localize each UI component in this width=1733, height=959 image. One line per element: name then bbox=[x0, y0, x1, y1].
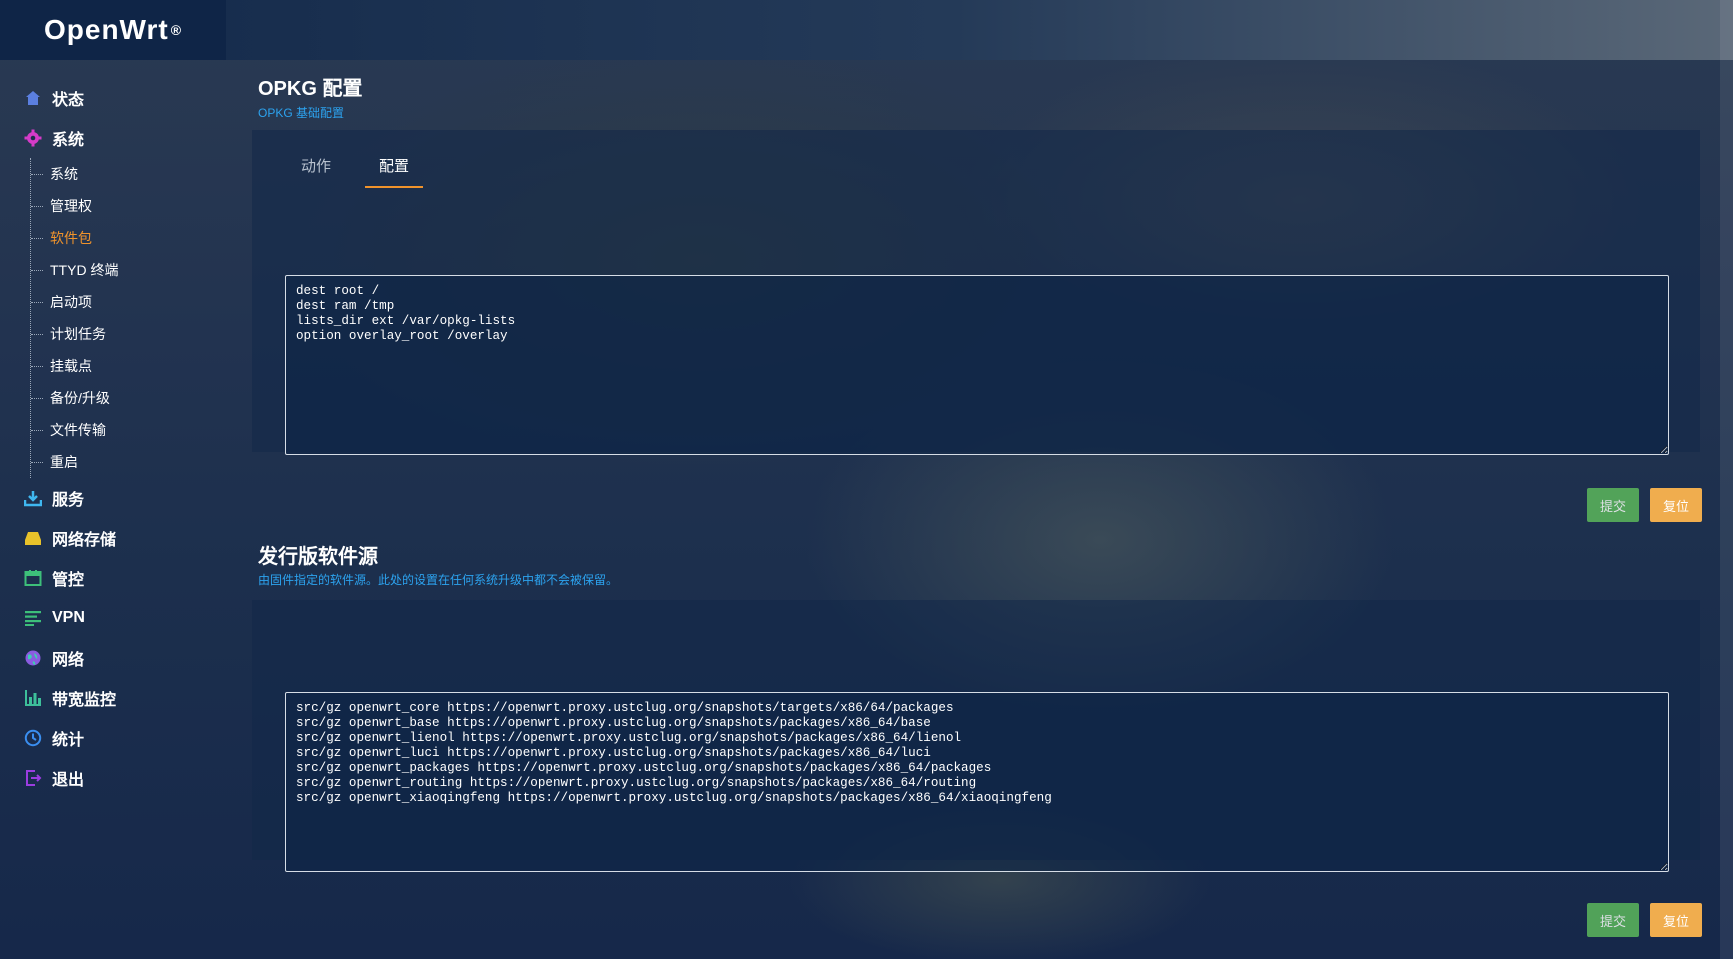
opkg-panel: 动作 配置 dest root / dest ram /tmp lists_di… bbox=[252, 130, 1700, 455]
nav-item-label: 带宽监控 bbox=[52, 692, 117, 709]
nav-item[interactable]: 退出 bbox=[0, 758, 240, 798]
nav-system[interactable]: 系统 bbox=[0, 118, 240, 158]
drive-icon bbox=[24, 529, 42, 547]
nav-item-label: 统计 bbox=[52, 732, 85, 749]
opkg-submit-button[interactable]: 提交 bbox=[1587, 488, 1639, 522]
feeds-textarea[interactable]: src/gz openwrt_core https://openwrt.prox… bbox=[285, 692, 1669, 872]
lines-icon bbox=[24, 609, 42, 627]
submenu-item[interactable]: 文件传输 bbox=[31, 414, 240, 446]
nav-item-label: VPN bbox=[52, 609, 85, 626]
globe-icon bbox=[24, 649, 42, 667]
nav-item-label: 网络 bbox=[52, 652, 85, 669]
nav-item[interactable]: 带宽监控 bbox=[0, 678, 240, 718]
nav-status[interactable]: 状态 bbox=[0, 78, 240, 118]
nav-item[interactable]: 网络 bbox=[0, 638, 240, 678]
nav-item[interactable]: 管控 bbox=[0, 558, 240, 598]
nav-item[interactable]: VPN bbox=[0, 598, 240, 638]
calendar-icon bbox=[24, 569, 42, 587]
sidebar: 状态 系统 系统 管理权 软件包 TTYD 终端 启动项 计划任务 挂载点 备份/升级 文件传输… bbox=[0, 60, 240, 798]
submenu-item[interactable]: 系统 bbox=[31, 158, 240, 190]
top-header: OpenWrt ® bbox=[0, 0, 1733, 60]
nav-system-label: 系统 bbox=[52, 132, 85, 149]
opkg-reset-button[interactable]: 复位 bbox=[1650, 488, 1702, 522]
feeds-title: 发行版软件源 bbox=[258, 546, 378, 568]
submenu-item[interactable]: TTYD 终端 bbox=[31, 254, 240, 286]
logout-icon bbox=[24, 769, 42, 787]
page-scrollbar[interactable] bbox=[1720, 0, 1733, 959]
tab-config[interactable]: 配置 bbox=[365, 148, 424, 188]
home-icon bbox=[24, 89, 42, 107]
nav-item-label: 管控 bbox=[52, 572, 85, 589]
submenu-item[interactable]: 管理权 bbox=[31, 190, 240, 222]
submenu-item[interactable]: 重启 bbox=[31, 446, 240, 478]
brand-name: OpenWrt bbox=[43, 14, 169, 45]
gear-icon bbox=[24, 129, 42, 147]
feeds-reset-button[interactable]: 复位 bbox=[1650, 903, 1702, 937]
opkg-desc: OPKG 基础配置 bbox=[258, 106, 345, 120]
system-submenu: 系统 管理权 软件包 TTYD 终端 启动项 计划任务 挂载点 备份/升级 文件传输 重启 bbox=[30, 158, 240, 478]
opkg-title: OPKG 配置 bbox=[258, 78, 363, 100]
download-tray-icon bbox=[24, 489, 42, 507]
nav-item-label: 网络存储 bbox=[52, 532, 117, 549]
opkg-config-textarea[interactable]: dest root / dest ram /tmp lists_dir ext … bbox=[285, 275, 1669, 455]
nav-item-label: 服务 bbox=[52, 492, 85, 509]
feeds-submit-button[interactable]: 提交 bbox=[1587, 903, 1639, 937]
submenu-item[interactable]: 启动项 bbox=[31, 286, 240, 318]
brand-logo[interactable]: OpenWrt ® bbox=[0, 0, 226, 60]
brand-mark: ® bbox=[170, 22, 183, 38]
nav-item[interactable]: 网络存储 bbox=[0, 518, 240, 558]
tab-actions[interactable]: 动作 bbox=[287, 148, 345, 188]
clock-icon bbox=[24, 729, 42, 747]
feeds-desc: 由固件指定的软件源。此处的设置在任何系统升级中都不会被保留。 bbox=[258, 573, 619, 587]
nav-status-label: 状态 bbox=[52, 92, 85, 109]
feeds-panel: src/gz openwrt_core https://openwrt.prox… bbox=[252, 600, 1700, 872]
submenu-item[interactable]: 计划任务 bbox=[31, 318, 240, 350]
nav-item[interactable]: 统计 bbox=[0, 718, 240, 758]
submenu-item[interactable]: 软件包 bbox=[31, 222, 240, 254]
opkg-tabs: 动作 配置 bbox=[287, 148, 443, 188]
bar-chart-icon bbox=[24, 689, 42, 707]
nav-item-label: 退出 bbox=[52, 772, 85, 789]
submenu-item[interactable]: 挂载点 bbox=[31, 350, 240, 382]
submenu-item[interactable]: 备份/升级 bbox=[31, 382, 240, 414]
nav-item[interactable]: 服务 bbox=[0, 478, 240, 518]
